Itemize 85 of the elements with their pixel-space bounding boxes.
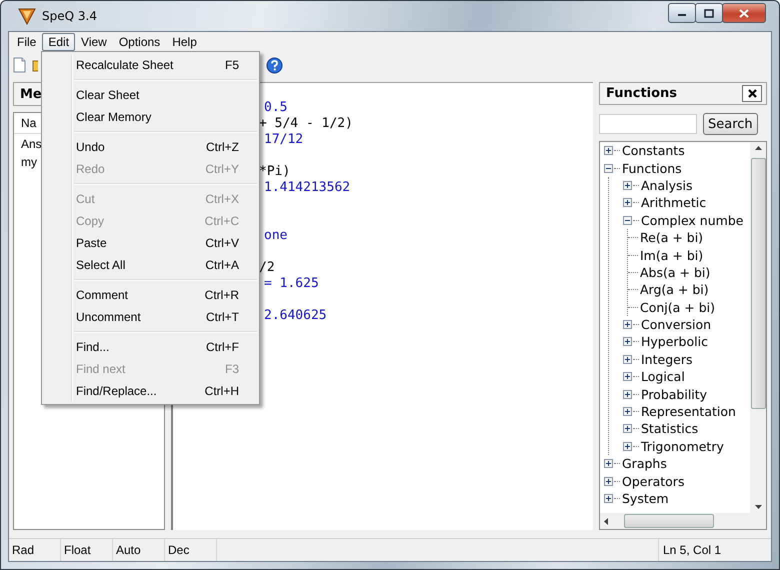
result-line: = 1.625 (264, 276, 319, 291)
result-line: 17/12 (264, 132, 304, 147)
close-button[interactable] (722, 3, 766, 23)
status-field: Float (61, 539, 113, 561)
tree-item[interactable]: Constants (622, 143, 685, 158)
panel-title: Functions (606, 86, 678, 101)
menu-option[interactable]: Uncomment Ctrl+T (42, 306, 259, 328)
menu-option[interactable]: Clear Memory (42, 106, 259, 128)
expand-icon[interactable] (623, 354, 632, 364)
tree-item[interactable]: Representation (641, 404, 736, 420)
tree-item[interactable]: Re(a + bi) (640, 230, 704, 246)
status-field: Auto (113, 539, 165, 561)
minimize-button[interactable] (668, 3, 696, 23)
expand-icon[interactable] (623, 198, 632, 208)
tree-item[interactable]: Im(a + bi) (640, 248, 704, 263)
window-title: SpeQ 3.4 (42, 9, 98, 23)
result-line: 0.5 (264, 100, 288, 115)
menu-item[interactable]: Edit (42, 33, 76, 51)
tree-item[interactable]: Graphs (622, 456, 667, 472)
menu-option[interactable]: Select All Ctrl+A (42, 254, 259, 276)
close-button[interactable] (742, 85, 762, 102)
result-line: one (264, 228, 288, 243)
expand-icon[interactable] (623, 442, 632, 451)
expand-icon[interactable] (604, 476, 613, 486)
tree-item[interactable]: Hyperbolic (641, 334, 708, 350)
search-field[interactable] (599, 114, 697, 134)
status-field: Ln 5, Col 1 (658, 539, 771, 561)
tree-item[interactable]: Logical (641, 369, 685, 384)
menu-option[interactable]: Undo Ctrl+Z (42, 136, 259, 158)
memory-item[interactable]: my (21, 155, 37, 169)
tree-item[interactable]: System (622, 491, 669, 506)
menu-option[interactable]: Comment Ctrl+R (42, 284, 259, 306)
tree-item[interactable]: Arithmetic (641, 195, 706, 210)
tree-item[interactable]: Analysis (641, 178, 693, 193)
maximize-button[interactable] (695, 3, 723, 23)
tree-item[interactable]: Functions (622, 160, 682, 176)
tree-item[interactable]: Trigonometry (641, 438, 724, 454)
expand-icon[interactable] (623, 424, 632, 434)
menu-item[interactable]: File (11, 33, 42, 51)
menu-option[interactable]: Recalculate Sheet F5 (42, 54, 259, 76)
collapse-icon[interactable] (623, 216, 632, 225)
close-icon (748, 89, 756, 98)
close-icon (739, 8, 749, 18)
tree-item[interactable]: Integers (641, 352, 692, 367)
tree-item[interactable]: Statistics (641, 421, 698, 436)
vertical-scrollbar[interactable] (750, 142, 766, 513)
expand-icon[interactable] (623, 180, 632, 190)
expand-icon[interactable] (623, 337, 632, 346)
expand-icon[interactable] (604, 459, 613, 468)
memory-item[interactable]: Ans (21, 137, 42, 151)
help-icon[interactable] (266, 56, 283, 74)
expand-icon[interactable] (623, 372, 632, 382)
result-line: 1.414213562 (264, 180, 350, 195)
app-logo-icon (18, 7, 36, 25)
tree-item[interactable]: Complex numbe (641, 212, 744, 228)
tree-item[interactable]: Probability (641, 386, 708, 402)
status-field: Rad (9, 539, 61, 561)
maximize-icon (704, 8, 714, 18)
menu-item[interactable]: Options (112, 33, 166, 51)
tree-item[interactable]: Conj(a + bi) (640, 300, 716, 315)
collapse-icon[interactable] (604, 164, 613, 173)
column-header[interactable]: Na (21, 116, 36, 130)
horizontal-scrollbar[interactable] (600, 513, 750, 529)
menu-option[interactable]: Find... Ctrl+F (42, 336, 259, 358)
tree-item[interactable]: Abs(a + bi) (640, 264, 710, 280)
tree-item[interactable]: Conversion (641, 317, 712, 332)
expression-line: /2 (259, 260, 275, 275)
expression-line: *Pi) (259, 164, 290, 179)
result-line: 2.640625 (264, 308, 327, 323)
new-document-icon[interactable] (13, 57, 26, 73)
tree-item[interactable]: Operators (622, 474, 684, 489)
menu-item[interactable]: View (75, 33, 113, 51)
search-button[interactable]: Search (703, 113, 758, 135)
menu-option[interactable]: Paste Ctrl+V (42, 232, 259, 254)
menu-option[interactable]: Find/Replace... Ctrl+H (42, 380, 259, 402)
expression-line: + 5/4 - 1/2) (259, 116, 353, 131)
expand-icon[interactable] (604, 494, 613, 503)
menu-item[interactable]: Help (166, 33, 203, 51)
expand-icon[interactable] (604, 146, 613, 156)
folder-icon[interactable] (32, 58, 38, 72)
tree-item[interactable]: Arg(a + bi) (640, 282, 709, 298)
expand-icon[interactable] (623, 390, 632, 399)
expand-icon[interactable] (623, 407, 632, 416)
status-field: Dec (165, 539, 217, 561)
expand-icon[interactable] (623, 320, 632, 330)
